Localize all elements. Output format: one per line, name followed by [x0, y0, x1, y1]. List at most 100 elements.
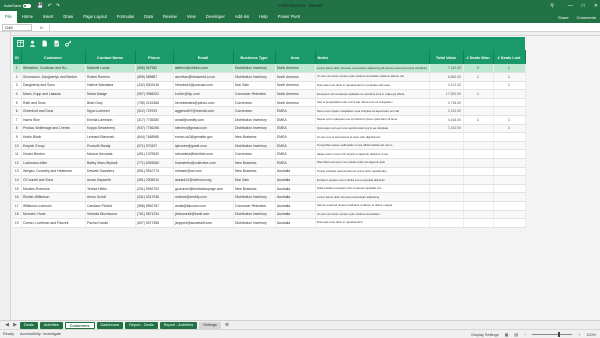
header-total-value[interactable]: Total Value [429, 50, 464, 64]
cell-notes[interactable]: Duis aute irure dolor in reprehenderit i… [315, 81, 430, 91]
cell-notes[interactable]: Et harum quidem rerum facilis est et exp… [315, 175, 430, 185]
zoom-level[interactable]: 100% [586, 333, 596, 337]
cell-phone[interactable]: (312) 722919 [135, 106, 174, 117]
cell-business-type[interactable]: New Business [233, 132, 276, 142]
cell-total-value[interactable]: 7,142.00 [429, 64, 464, 74]
cell-notes[interactable]: Sed do eiusmod tempor incididunt ut labo… [315, 201, 430, 211]
header-email[interactable]: Email [173, 50, 234, 64]
cell-phone[interactable]: (957) 3958202 [135, 89, 174, 99]
cell-total-value[interactable] [429, 167, 464, 177]
cell-email[interactable]: aggenwith7@hotmail.com [173, 106, 234, 117]
cell-deals-won[interactable] [463, 149, 494, 160]
save-icon[interactable]: 💾 [37, 3, 43, 9]
cell-business-type[interactable]: Distribution Inventory [233, 141, 276, 151]
cell-deals-won[interactable] [463, 192, 494, 202]
sheet-tab-settings[interactable]: Settings [199, 321, 221, 329]
cell-id[interactable]: 5 [13, 98, 22, 108]
cell-deals-lost[interactable] [493, 210, 526, 220]
cell-customer[interactable]: Weinstein, Coultman and Ho... [21, 64, 86, 74]
cell-contact-name[interactable]: Hatrice Macitalea [85, 81, 136, 91]
cell-phone[interactable]: (951) 5910774 [135, 167, 174, 177]
formula-input[interactable] [49, 23, 594, 31]
document-check-icon[interactable] [53, 40, 60, 48]
cell-deals-won[interactable] [463, 98, 494, 108]
cell-notes[interactable]: Sed ut perspiciatis unde omnis iste natu… [315, 98, 430, 108]
redo-icon[interactable]: ↷ [56, 3, 60, 9]
cell-deals-lost[interactable] [493, 106, 526, 117]
cell-total-value[interactable] [429, 175, 464, 185]
cell-email[interactable]: jbopped@ausweallt.com [173, 218, 234, 228]
cell-phone[interactable]: (735) 2151366 [135, 98, 174, 108]
cell-email[interactable]: amiat@falccom.com [173, 201, 234, 211]
cell-notes[interactable]: Neque porro quisquam est qui dolorem ips… [315, 115, 430, 125]
cell-deals-lost[interactable] [493, 175, 526, 185]
cell-contact-name[interactable]: Arnus Scholl [85, 192, 136, 202]
cell-email[interactable]: gcurunce@fundraiseupage.com [173, 184, 234, 194]
cell-contact-name[interactable]: Michelle Lunds [85, 64, 136, 74]
close-icon[interactable]: ✕ [594, 3, 598, 9]
cell-business-type[interactable]: Distribution Inventory [233, 192, 276, 202]
cell-phone[interactable]: (937) 7756256 [135, 124, 174, 134]
cell-customer[interactable]: Wilkinson-Lohnsch [21, 201, 86, 211]
cell-notes[interactable]: Ut enim ad minim veniam quis nostrud exe… [315, 210, 430, 220]
cell-id[interactable]: 16 [13, 192, 22, 202]
next-sheet-icon[interactable]: ▶ [12, 322, 18, 328]
cell-area[interactable]: North America [275, 89, 316, 99]
cell-deals-lost[interactable]: 1 [493, 64, 526, 74]
cell-business-type[interactable]: Non Sale [233, 175, 276, 185]
cell-business-type[interactable]: Conversion [233, 149, 276, 160]
cell-area[interactable]: North America [275, 64, 316, 74]
cell-total-value[interactable] [429, 149, 464, 160]
cell-contact-name[interactable]: Bailey Maro-Wyandt [85, 158, 136, 168]
cell-id[interactable]: 18 [13, 210, 22, 220]
menu-formulas[interactable]: Formulas [112, 11, 139, 23]
table-row[interactable]: 3 Daughterty and Sons Hatrice Macitalea (43… [13, 81, 526, 91]
cell-contact-name[interactable]: Nesta Madge [85, 89, 136, 99]
cell-phone[interactable]: (761) 5871234 [135, 210, 174, 220]
cell-area[interactable]: EMEA [275, 149, 316, 160]
menu-data[interactable]: Data [139, 11, 158, 23]
menu-help[interactable]: Help [254, 11, 273, 23]
cell-deals-won[interactable]: 1 [463, 115, 494, 125]
zoom-out-icon[interactable]: − [524, 333, 526, 337]
cell-business-type[interactable]: Consumer Retention [233, 201, 276, 211]
cell-contact-name[interactable]: Pacha Kranitz [85, 218, 136, 228]
header-id[interactable]: ID [13, 50, 22, 64]
cell-phone[interactable]: (555) 565887 [135, 72, 174, 82]
cell-deals-won[interactable] [463, 167, 494, 177]
cell-customer[interactable]: Daughterty and Sons [21, 81, 86, 91]
table-row[interactable]: 17 Wilkinson-Lohnsch Candace Fluilvid (556)… [13, 201, 526, 211]
table-row[interactable]: 2 Simonsons, Daughertys and Becker Roden R… [13, 72, 526, 82]
menu-add-ins[interactable]: Add-ins [230, 11, 254, 23]
cell-notes[interactable]: Nulla pariatur excepteur sint occaecat c… [315, 184, 430, 194]
cell-phone[interactable]: (771) 6053060 [135, 158, 174, 168]
cell-total-value[interactable]: 4,416.00 [429, 115, 464, 125]
cell-customer[interactable]: Huster Benton [21, 149, 86, 160]
header-phone[interactable]: Phone [135, 50, 174, 64]
sheet-tab-activities[interactable]: Activities [39, 321, 63, 329]
cell-phone[interactable]: (555) 567952 [135, 64, 174, 74]
cell-deals-won[interactable] [463, 132, 494, 142]
cell-contact-name[interactable]: Lennard Blaxsnek [85, 132, 136, 142]
menu-view[interactable]: View [182, 11, 201, 23]
cell-id[interactable]: 12 [13, 158, 22, 168]
table-row[interactable]: 14 O'Connell and Sons Auran Kayworth (391) … [13, 175, 526, 185]
cell-area[interactable]: EMEA [275, 115, 316, 125]
key-icon[interactable] [65, 40, 72, 48]
autosave-switch[interactable] [23, 3, 32, 8]
zoom-in-icon[interactable]: + [578, 333, 580, 337]
cell-notes[interactable]: Lorem ipsum dolor sit amet, consectetur … [315, 64, 430, 74]
cell-business-type[interactable]: New Business [233, 158, 276, 168]
cell-business-type[interactable]: Distribution Inventory [233, 210, 276, 220]
table-row[interactable]: 4 Marin, Kupp and Lakasia Nesta Madge (957)… [13, 89, 526, 99]
cell-area[interactable]: Australia [275, 218, 316, 228]
cell-business-type[interactable]: Conversion [233, 106, 276, 117]
cell-notes[interactable]: Omnis voluptas assumenda est omnis dolor… [315, 167, 430, 177]
cell-email[interactable]: rahundela@hireither.com [173, 149, 234, 160]
cell-business-type[interactable]: Consumer Retention [233, 89, 276, 99]
cell-email[interactable]: krc0m@hip.com [173, 89, 234, 99]
cell-total-value[interactable] [429, 141, 464, 151]
cell-email[interactable]: mdnaen@ax.com [173, 167, 234, 177]
add-sheet-icon[interactable]: ⊕ [225, 322, 229, 328]
share-button[interactable]: Share [558, 15, 569, 20]
